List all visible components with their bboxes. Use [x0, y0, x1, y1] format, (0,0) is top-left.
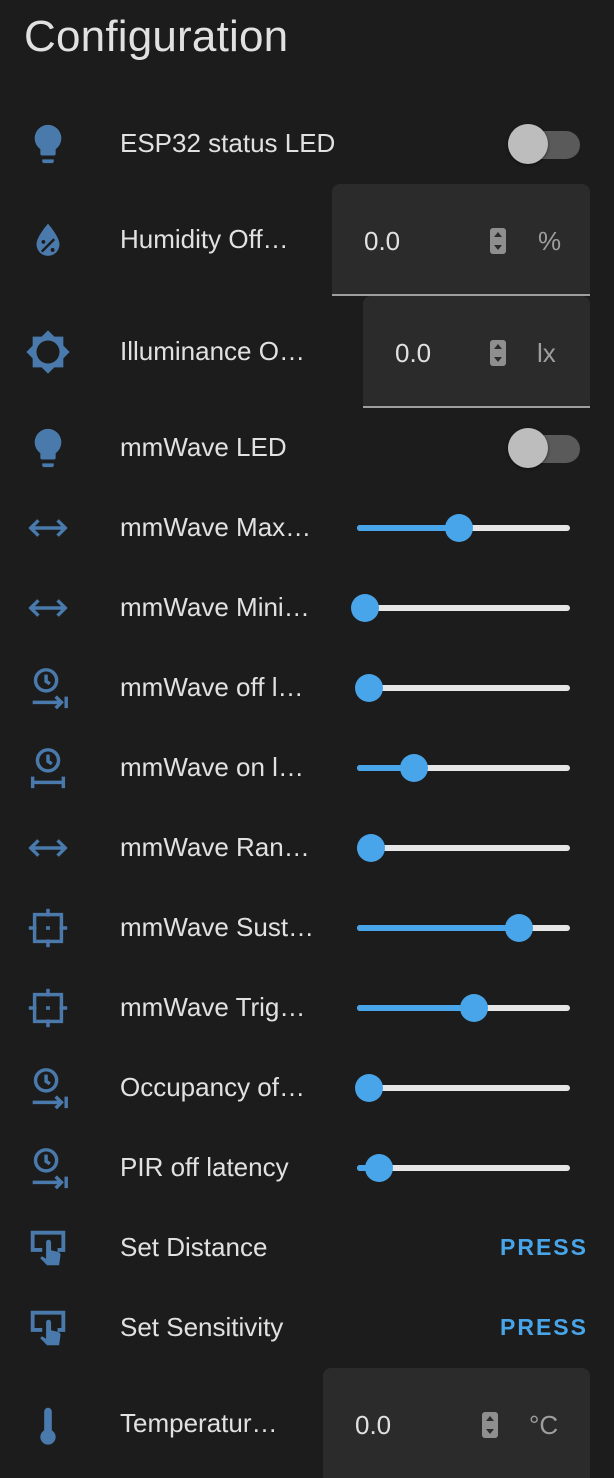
- toggle-thumb: [508, 124, 548, 164]
- entity-row-pir-off-latency: PIR off latency: [0, 1143, 614, 1193]
- set-sensitivity-press-button[interactable]: PRESS: [500, 1314, 588, 1341]
- entity-row-set-sensitivity: Set Sensitivity PRESS: [0, 1303, 614, 1353]
- slider-rail: [357, 1085, 570, 1091]
- entity-row-mmwave-sustain: mmWave Sust…: [0, 903, 614, 953]
- slider-fill: [357, 1005, 474, 1011]
- entity-row-set-distance: Set Distance PRESS: [0, 1223, 614, 1273]
- toggle-thumb: [508, 428, 548, 468]
- entity-label: mmWave off l…: [120, 672, 304, 702]
- slider-knob[interactable]: [355, 674, 384, 702]
- field-value: 0.0: [355, 1410, 392, 1440]
- pir-off-latency-slider[interactable]: [357, 1153, 570, 1183]
- entity-label: Set Sensitivity: [120, 1312, 284, 1342]
- entity-row-illuminance-offset: Illuminance O… 0.0 lx: [0, 296, 614, 408]
- entity-row-mmwave-min: mmWave Mini…: [0, 583, 614, 633]
- mmwave-led-toggle[interactable]: [508, 428, 580, 468]
- entity-label: ESP32 status LED: [120, 128, 336, 158]
- slider-knob[interactable]: [351, 594, 380, 622]
- occupancy-off-slider[interactable]: [355, 1073, 570, 1103]
- slider-rail: [357, 685, 570, 691]
- gesture-tap-button-icon: [24, 1304, 72, 1352]
- entity-label: Occupancy of…: [120, 1072, 305, 1102]
- mmwave-min-slider[interactable]: [351, 593, 570, 623]
- entity-row-mmwave-led: mmWave LED: [0, 422, 614, 474]
- entity-label: Illuminance O…: [120, 336, 305, 366]
- slider-knob[interactable]: [365, 1154, 394, 1182]
- slider-fill: [357, 525, 460, 531]
- entity-label: mmWave Ran…: [120, 832, 310, 862]
- arrow-left-right-icon: [24, 504, 72, 552]
- entity-row-mmwave-on-latency: mmWave on l…: [0, 743, 614, 793]
- slider-knob[interactable]: [355, 1074, 384, 1102]
- entity-row-mmwave-off-latency: mmWave off l…: [0, 663, 614, 713]
- stepper-icon[interactable]: [490, 340, 506, 366]
- entity-label: PIR off latency: [120, 1152, 289, 1182]
- field-unit: °C: [529, 1410, 559, 1440]
- timer-arrow-icon: [24, 1064, 72, 1112]
- timer-arrow-icon: [24, 1144, 72, 1192]
- entity-label: mmWave Mini…: [120, 592, 310, 622]
- entity-label: mmWave Max…: [120, 512, 312, 542]
- lightbulb-icon: [24, 424, 72, 472]
- entity-label: mmWave Sust…: [120, 912, 315, 942]
- slider-knob[interactable]: [357, 834, 386, 862]
- crosshair-box-icon: [24, 984, 72, 1032]
- mmwave-off-latency-slider[interactable]: [355, 673, 570, 703]
- slider-fill: [357, 925, 519, 931]
- gesture-tap-button-icon: [24, 1224, 72, 1272]
- slider-rail: [357, 605, 570, 611]
- slider-knob[interactable]: [445, 514, 474, 542]
- entity-row-mmwave-range: mmWave Ran…: [0, 823, 614, 873]
- stepper-icon[interactable]: [490, 228, 506, 254]
- mmwave-range-slider[interactable]: [357, 833, 570, 863]
- lightbulb-icon: [24, 120, 72, 168]
- entity-row-mmwave-trigger: mmWave Trig…: [0, 983, 614, 1033]
- entity-row-esp32-led: ESP32 status LED: [0, 118, 614, 170]
- entity-label: mmWave LED: [120, 432, 287, 462]
- entity-row-temperature-offset: Temperatur… 0.0 °C: [0, 1368, 614, 1478]
- mmwave-trigger-slider[interactable]: [357, 993, 570, 1023]
- entity-row-mmwave-max: mmWave Max…: [0, 503, 614, 553]
- entity-label: Set Distance: [120, 1232, 268, 1262]
- page-title: Configuration: [24, 12, 289, 61]
- arrow-left-right-icon: [24, 584, 72, 632]
- entity-label: Temperatur…: [120, 1408, 278, 1438]
- stepper-icon[interactable]: [482, 1412, 498, 1438]
- mmwave-max-slider[interactable]: [357, 513, 570, 543]
- entity-label: mmWave on l…: [120, 752, 304, 782]
- crosshair-box-icon: [24, 904, 72, 952]
- field-value: 0.0: [395, 338, 432, 368]
- set-distance-press-button[interactable]: PRESS: [500, 1234, 588, 1261]
- slider-knob[interactable]: [459, 994, 488, 1022]
- temperature-offset-input[interactable]: 0.0 °C: [323, 1368, 590, 1478]
- field-unit: %: [538, 226, 562, 256]
- thermometer-icon: [24, 1401, 72, 1449]
- humidity-offset-input[interactable]: 0.0 %: [332, 184, 590, 296]
- entity-label: mmWave Trig…: [120, 992, 306, 1022]
- entity-row-occupancy-off: Occupancy of…: [0, 1063, 614, 1113]
- arrow-left-right-icon: [24, 824, 72, 872]
- esp32-led-toggle[interactable]: [508, 124, 580, 164]
- timer-arrow-icon: [24, 664, 72, 712]
- slider-knob[interactable]: [504, 914, 533, 942]
- entity-label: Humidity Off…: [120, 224, 289, 254]
- water-percent-icon: [24, 216, 72, 264]
- field-unit: lx: [537, 338, 556, 368]
- mmwave-on-latency-slider[interactable]: [357, 753, 570, 783]
- mmwave-sustain-slider[interactable]: [357, 913, 570, 943]
- illuminance-offset-input[interactable]: 0.0 lx: [363, 296, 590, 408]
- timer-range-icon: [24, 744, 72, 792]
- field-value: 0.0: [364, 226, 401, 256]
- brightness-icon: [24, 328, 72, 376]
- entity-row-humidity-offset: Humidity Off… 0.0 %: [0, 184, 614, 296]
- slider-knob[interactable]: [400, 754, 429, 782]
- slider-rail: [357, 845, 570, 851]
